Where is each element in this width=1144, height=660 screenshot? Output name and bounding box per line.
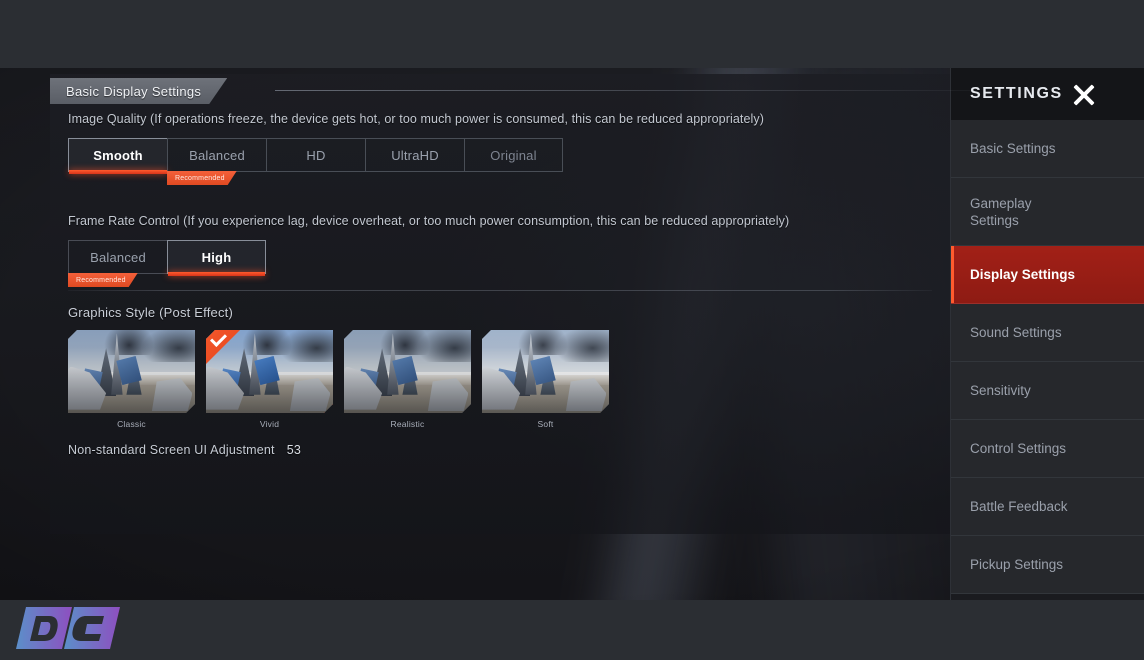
sidebar-item-gameplay-settings[interactable]: Gameplay Settings (951, 178, 1144, 246)
screen: Basic Display Settings Image Quality (If… (0, 0, 1144, 660)
graphics-style-label: Vivid (259, 419, 280, 429)
image-quality-control: Smooth Balanced HD UltraHD Original Reco… (68, 138, 950, 172)
graphics-style-label: Realistic (390, 419, 425, 429)
sidebar-header: SETTINGS (951, 68, 1144, 120)
frame-rate-options: Balanced High (68, 240, 950, 276)
close-x-icon[interactable] (1069, 80, 1099, 110)
ui-adjustment-row[interactable]: Non-standard Screen UI Adjustment 53 (68, 443, 950, 457)
panel-header-rule (275, 90, 975, 91)
graphics-style-card-classic[interactable]: Classic (68, 330, 195, 429)
option-label: Balanced (90, 249, 146, 265)
thumbnail-scene (68, 330, 195, 413)
image-quality-options: Smooth Balanced HD UltraHD Original (68, 138, 950, 174)
sidebar-item-label: Control Settings (970, 441, 1067, 456)
frame-rate-control: Balanced High Recommended (68, 240, 950, 274)
sidebar-item-pickup-settings[interactable]: Pickup Settings (951, 536, 1144, 594)
graphics-style-thumbnail (68, 330, 195, 413)
image-quality-option-original[interactable]: Original (464, 138, 563, 172)
panel-header-tab: Basic Display Settings (50, 78, 227, 104)
sidebar-title: SETTINGS (970, 85, 1063, 102)
watermark-svg (16, 607, 120, 649)
image-quality-option-ultrahd[interactable]: UltraHD (365, 138, 464, 172)
sidebar-item-label: Sound Settings (970, 325, 1062, 340)
graphics-style-thumbnail (344, 330, 471, 413)
ui-adjustment-value: 53 (286, 443, 302, 457)
thumbnail-scene (482, 330, 609, 413)
game-viewport: Basic Display Settings Image Quality (If… (0, 68, 1144, 600)
option-label: Original (490, 147, 537, 163)
graphics-style-card-soft[interactable]: Soft (482, 330, 609, 429)
display-settings-panel: Basic Display Settings Image Quality (If… (40, 68, 975, 600)
sidebar-item-sensitivity[interactable]: Sensitivity (951, 362, 1144, 420)
sidebar-item-label: Sensitivity (970, 383, 1031, 398)
letterbox-bottom (0, 600, 1144, 660)
sidebar-item-label: Basic Settings (970, 141, 1056, 156)
image-quality-option-smooth[interactable]: Smooth (68, 138, 167, 174)
settings-sidebar: SETTINGS Basic Settings Gameplay Setting… (950, 68, 1144, 600)
graphics-style-title: Graphics Style (Post Effect) (68, 305, 234, 320)
image-quality-description: Image Quality (If operations freeze, the… (68, 112, 764, 126)
panel-content: Image Quality (If operations freeze, the… (50, 112, 950, 457)
sidebar-item-label: Display Settings (970, 267, 1076, 282)
image-quality-option-hd[interactable]: HD (266, 138, 365, 172)
option-label: Smooth (93, 147, 143, 163)
graphics-style-label: Classic (117, 419, 146, 429)
graphics-style-card-realistic[interactable]: Realistic (344, 330, 471, 429)
image-quality-recommended-badge: Recommended (167, 171, 237, 185)
thumbnail-scene (344, 330, 471, 413)
sidebar-item-label: Battle Feedback (970, 499, 1068, 514)
graphics-style-thumbnail (206, 330, 333, 413)
graphics-style-options: Classic Vivid Realistic Soft (68, 330, 950, 429)
option-label: UltraHD (391, 147, 439, 163)
panel-header-label: Basic Display Settings (66, 83, 202, 99)
sidebar-item-label: Gameplay Settings (970, 195, 1032, 228)
section-divider (68, 290, 932, 291)
sidebar-item-basic-settings[interactable]: Basic Settings (951, 120, 1144, 178)
sidebar-item-battle-feedback[interactable]: Battle Feedback (951, 478, 1144, 536)
dc-watermark-logo (16, 605, 128, 651)
graphics-style-card-vivid[interactable]: Vivid (206, 330, 333, 429)
frame-rate-option-balanced[interactable]: Balanced (68, 240, 167, 274)
option-label: High (201, 249, 232, 265)
frame-rate-description: Frame Rate Control (If you experience la… (68, 214, 790, 228)
option-label: HD (306, 147, 326, 163)
frame-rate-recommended-badge: Recommended (68, 273, 138, 287)
sidebar-item-label: Pickup Settings (970, 557, 1064, 572)
letterbox-top (0, 0, 1144, 68)
image-quality-option-balanced[interactable]: Balanced (167, 138, 266, 172)
sidebar-item-display-settings[interactable]: Display Settings (951, 246, 1144, 304)
ui-adjustment-label: Non-standard Screen UI Adjustment (68, 443, 275, 457)
sidebar-item-sound-settings[interactable]: Sound Settings (951, 304, 1144, 362)
frame-rate-option-high[interactable]: High (167, 240, 266, 276)
sidebar-item-control-settings[interactable]: Control Settings (951, 420, 1144, 478)
graphics-style-thumbnail (482, 330, 609, 413)
graphics-style-label: Soft (537, 419, 554, 429)
option-label: Balanced (189, 147, 245, 163)
